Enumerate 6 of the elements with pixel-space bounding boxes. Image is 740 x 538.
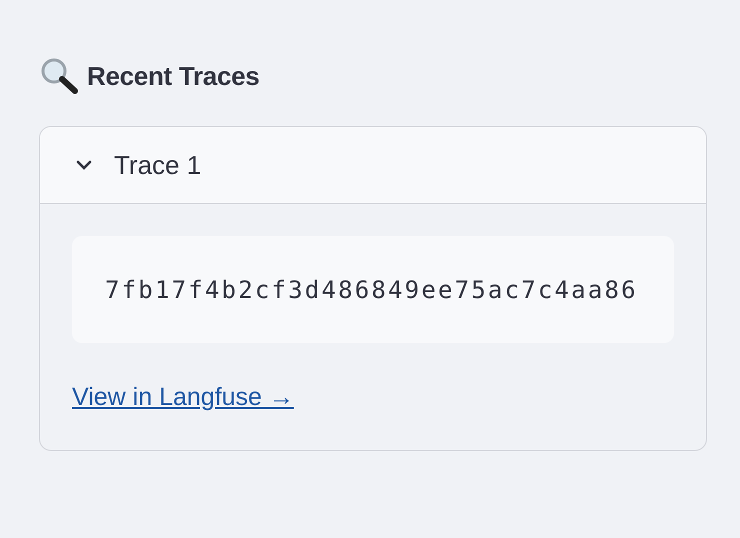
trace-id: 7fb17f4b2cf3d486849ee75ac7c4aa86	[72, 236, 674, 343]
trace-expander[interactable]: Trace 1	[40, 127, 706, 204]
search-icon	[39, 56, 81, 96]
chevron-down-icon	[76, 159, 92, 171]
langfuse-link[interactable]: View in Langfuse →	[72, 383, 294, 411]
section-heading: Recent Traces	[87, 60, 260, 92]
